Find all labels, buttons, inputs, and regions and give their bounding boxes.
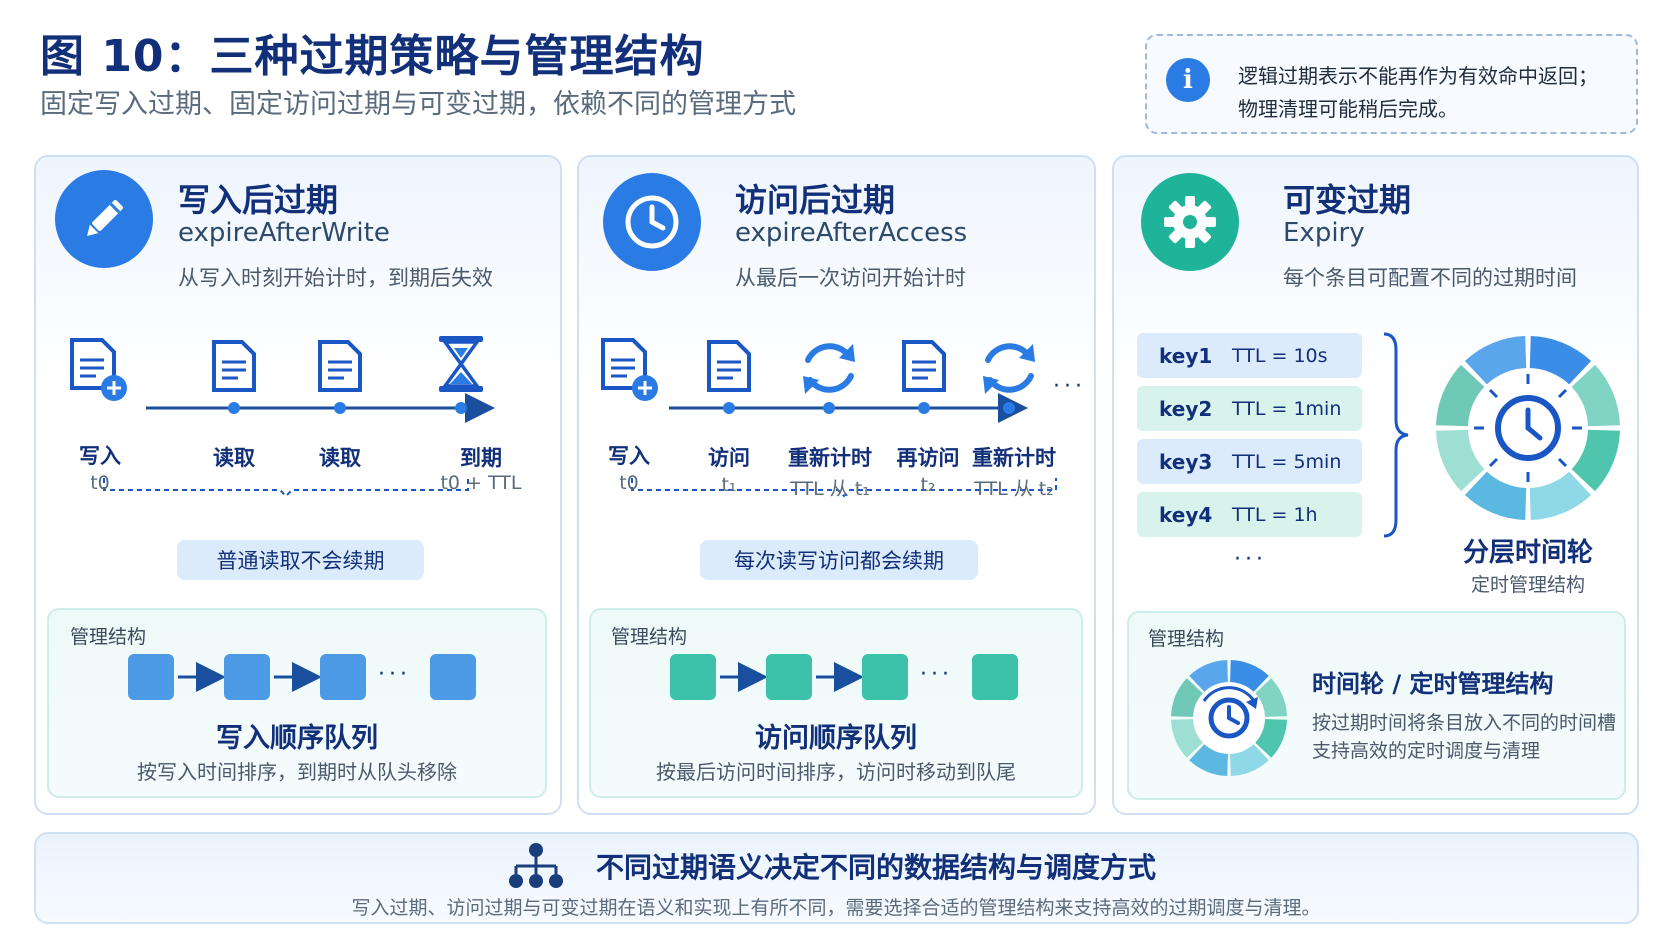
panel2-title: 访问后过期 [735,181,896,219]
panel3-title: 可变过期 [1283,181,1412,219]
panel1-title: 写入后过期 [178,181,339,219]
info-note-text: 逻辑过期表示不能再作为有效命中返回； 物理清理可能稍后完成。 [1238,60,1598,126]
refresh-icon [983,343,1035,394]
time-wheel-subtitle: 定时管理结构 [1470,574,1585,596]
footer-title: 不同过期语义决定不同的数据结构与调度方式 [596,851,1157,884]
panel2-node-label: 访问 [708,446,750,470]
gear-icon [1141,173,1239,271]
document-icon [212,340,256,392]
page-subtitle: 固定写入过期、固定访问过期与可变过期，依赖不同的管理方式 [40,89,796,120]
panel1-mgmt-label: 管理结构 [70,626,147,648]
panel2-queue-desc: 按最后访问时间排序，访问时移动到队尾 [656,760,1016,784]
key-name: key1 [1159,343,1213,368]
key-ttl-row: key2 TTL = 1min [1137,386,1362,431]
info-line-2: 物理清理可能稍后完成。 [1238,97,1458,121]
panel1-queue-title: 写入顺序队列 [216,723,378,754]
panel3-mgmt-line2: 支持高效的定时调度与清理 [1312,740,1541,762]
document-icon [902,340,946,392]
page-title: 图 10：三种过期策略与管理结构 [40,31,705,82]
key-name: key4 [1159,502,1213,527]
hourglass-icon [439,336,483,392]
panel3-english-name: Expiry [1283,218,1365,248]
document-add-icon [70,338,127,401]
panel1-queue-desc: 按写入时间排序，到期时从队头移除 [137,760,457,784]
timeline-ellipsis: ··· [1053,374,1086,399]
hierarchy-icon [509,843,563,888]
panel1-description: 从写入时刻开始计时，到期后失效 [178,266,493,290]
key-ttl: TTL = 1h [1232,503,1318,526]
panel2-node-sub: TTL 从 t₁ [790,478,870,500]
document-icon [318,340,362,392]
brace-icon [1383,332,1409,538]
panel2-english-name: expireAfterAccess [735,218,968,248]
panel2-node-sub: TTL 从 t₂ [974,478,1054,500]
panel3-mgmt-line1: 按过期时间将条目放入不同的时间槽 [1312,712,1617,734]
panel1-node-label: 到期 [460,446,502,470]
time-wheel-title: 分层时间轮 [1462,538,1593,568]
key-ttl: TTL = 5min [1232,450,1342,473]
key-ttl: TTL = 1min [1232,397,1342,420]
queue-ellipsis: ··· [920,662,953,687]
panel1-timeline [70,336,495,498]
key-ttl: TTL = 10s [1232,344,1328,367]
panel1-node-sub: t0 [90,472,110,494]
hierarchical-time-wheel-icon [1436,336,1620,520]
pencil-icon [55,170,153,268]
write-order-queue [128,654,476,700]
key-ttl-row: key4 TTL = 1h [1137,492,1362,537]
panel1-node-label: 写入 [79,444,121,468]
panel2-node-label: 写入 [608,444,650,468]
footer-description: 写入过期、访问过期与可变过期在语义和实现上有所不同，需要选择合适的管理结构来支持… [351,897,1321,919]
key-name: key2 [1159,396,1213,421]
document-add-icon [601,338,658,401]
panel2-node-label: 再访问 [896,446,960,470]
access-order-queue [670,654,1018,700]
panel1-english-name: expireAfterWrite [178,218,390,248]
keys-ellipsis: ··· [1234,547,1267,572]
panel3-mgmt-label: 管理结构 [1148,628,1225,650]
document-icon [707,340,751,392]
panel2-node-sub: t₁ [721,474,737,496]
panel1-node-label: 读取 [213,446,255,470]
panel2-mgmt-label: 管理结构 [611,626,688,648]
panel2-description: 从最后一次访问开始计时 [735,266,966,290]
queue-ellipsis: ··· [378,662,411,687]
clock-icon [603,173,701,271]
panel1-node-label: 读取 [319,446,361,470]
info-line-1: 逻辑过期表示不能再作为有效命中返回； [1238,64,1598,88]
panel2-node-sub: t0 [619,472,639,494]
panel2-node-label: 重新计时 [788,446,872,470]
panel3-mgmt-title: 时间轮 / 定时管理结构 [1312,670,1554,698]
key-ttl-row: key3 TTL = 5min [1137,439,1362,484]
timer-wheel-icon [1171,660,1287,776]
refresh-icon [803,343,855,394]
panel2-node-sub: t₂ [920,474,936,496]
panel2-renewal-note: 每次读写访问都会续期 [700,540,978,580]
panel2-queue-title: 访问顺序队列 [755,723,917,754]
panel2-node-label: 重新计时 [972,446,1056,470]
panel3-description: 每个条目可配置不同的过期时间 [1283,266,1577,290]
panel1-node-sub: t0 + TTL [440,472,522,494]
panel1-renewal-note: 普通读取不会续期 [177,540,424,580]
key-ttl-row: key1 TTL = 10s [1137,333,1362,378]
info-icon: i [1166,58,1210,102]
key-name: key3 [1159,449,1213,474]
